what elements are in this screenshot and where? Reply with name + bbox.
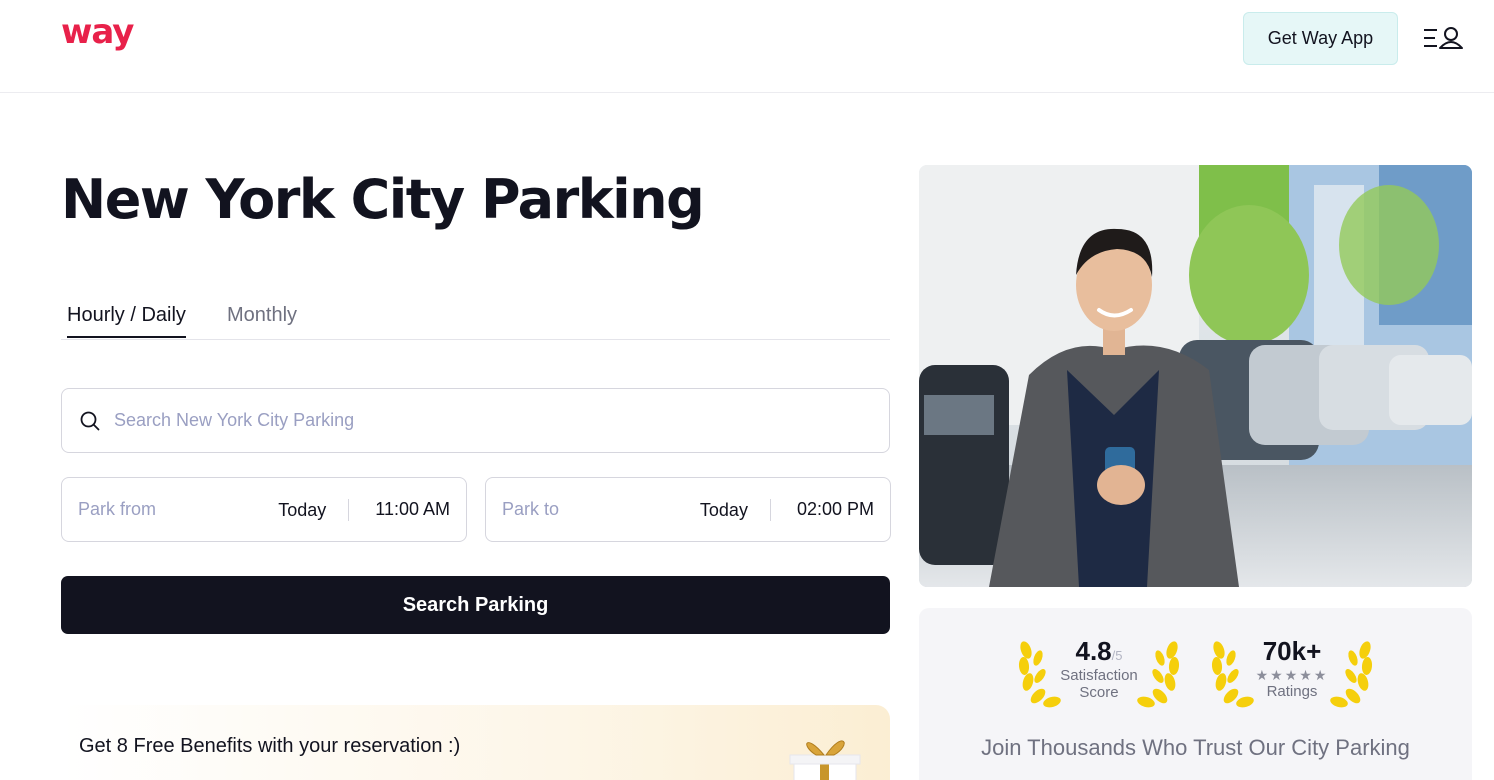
park-from-label: Park from — [78, 499, 157, 519]
satisfaction-stat: 4.8/5 Satisfaction Score — [1014, 630, 1184, 710]
hero-photo — [919, 165, 1472, 587]
park-to-time[interactable]: 02:00 PM — [771, 499, 874, 520]
trust-heading: Join Thousands Who Trust Our City Parkin… — [981, 735, 1410, 760]
page-title: New York City Parking — [61, 168, 705, 231]
search-icon — [80, 411, 100, 430]
rating-value: 4.8 — [1075, 636, 1112, 666]
stats-panel: 4.8/5 Satisfaction Score 70k+ ★★★★★ Rati… — [919, 608, 1472, 780]
site-header: way Get Way App — [0, 0, 1494, 93]
rating-label-line2: Score — [1079, 684, 1119, 701]
park-to-label: Park to — [502, 499, 560, 519]
benefits-banner[interactable]: Get 8 Free Benefits with your reservatio… — [61, 705, 890, 780]
way-logo[interactable]: way — [61, 12, 134, 52]
ratings-count-value: 70k+ — [1262, 636, 1322, 666]
park-from-day[interactable]: Today — [278, 498, 350, 521]
star-rating-icon: ★★★★★ — [1255, 667, 1329, 683]
gift-icon — [789, 740, 861, 780]
park-from-field[interactable]: Park from Today 11:00 AM — [61, 477, 467, 542]
rating-suffix: /5 — [1111, 648, 1123, 663]
park-to-day[interactable]: Today — [700, 498, 771, 521]
rating-label-line1: Satisfaction — [1060, 667, 1138, 684]
tab-monthly[interactable]: Monthly — [227, 304, 297, 336]
tab-hourly-daily[interactable]: Hourly / Daily — [67, 304, 186, 338]
search-input[interactable] — [114, 410, 814, 431]
get-way-app-button[interactable]: Get Way App — [1243, 12, 1398, 65]
ratings-count-stat: 70k+ ★★★★★ Ratings — [1207, 630, 1377, 710]
booking-type-tabs: Hourly / Daily Monthly — [61, 296, 890, 340]
benefits-text: Get 8 Free Benefits with your reservatio… — [79, 735, 461, 757]
ratings-count-label: Ratings — [1266, 683, 1318, 700]
menu-user-icon[interactable] — [1422, 24, 1466, 52]
park-from-time[interactable]: 11:00 AM — [349, 499, 450, 520]
park-to-field[interactable]: Park to Today 02:00 PM — [485, 477, 891, 542]
search-field[interactable] — [61, 388, 890, 453]
search-parking-button[interactable]: Search Parking — [61, 576, 890, 634]
